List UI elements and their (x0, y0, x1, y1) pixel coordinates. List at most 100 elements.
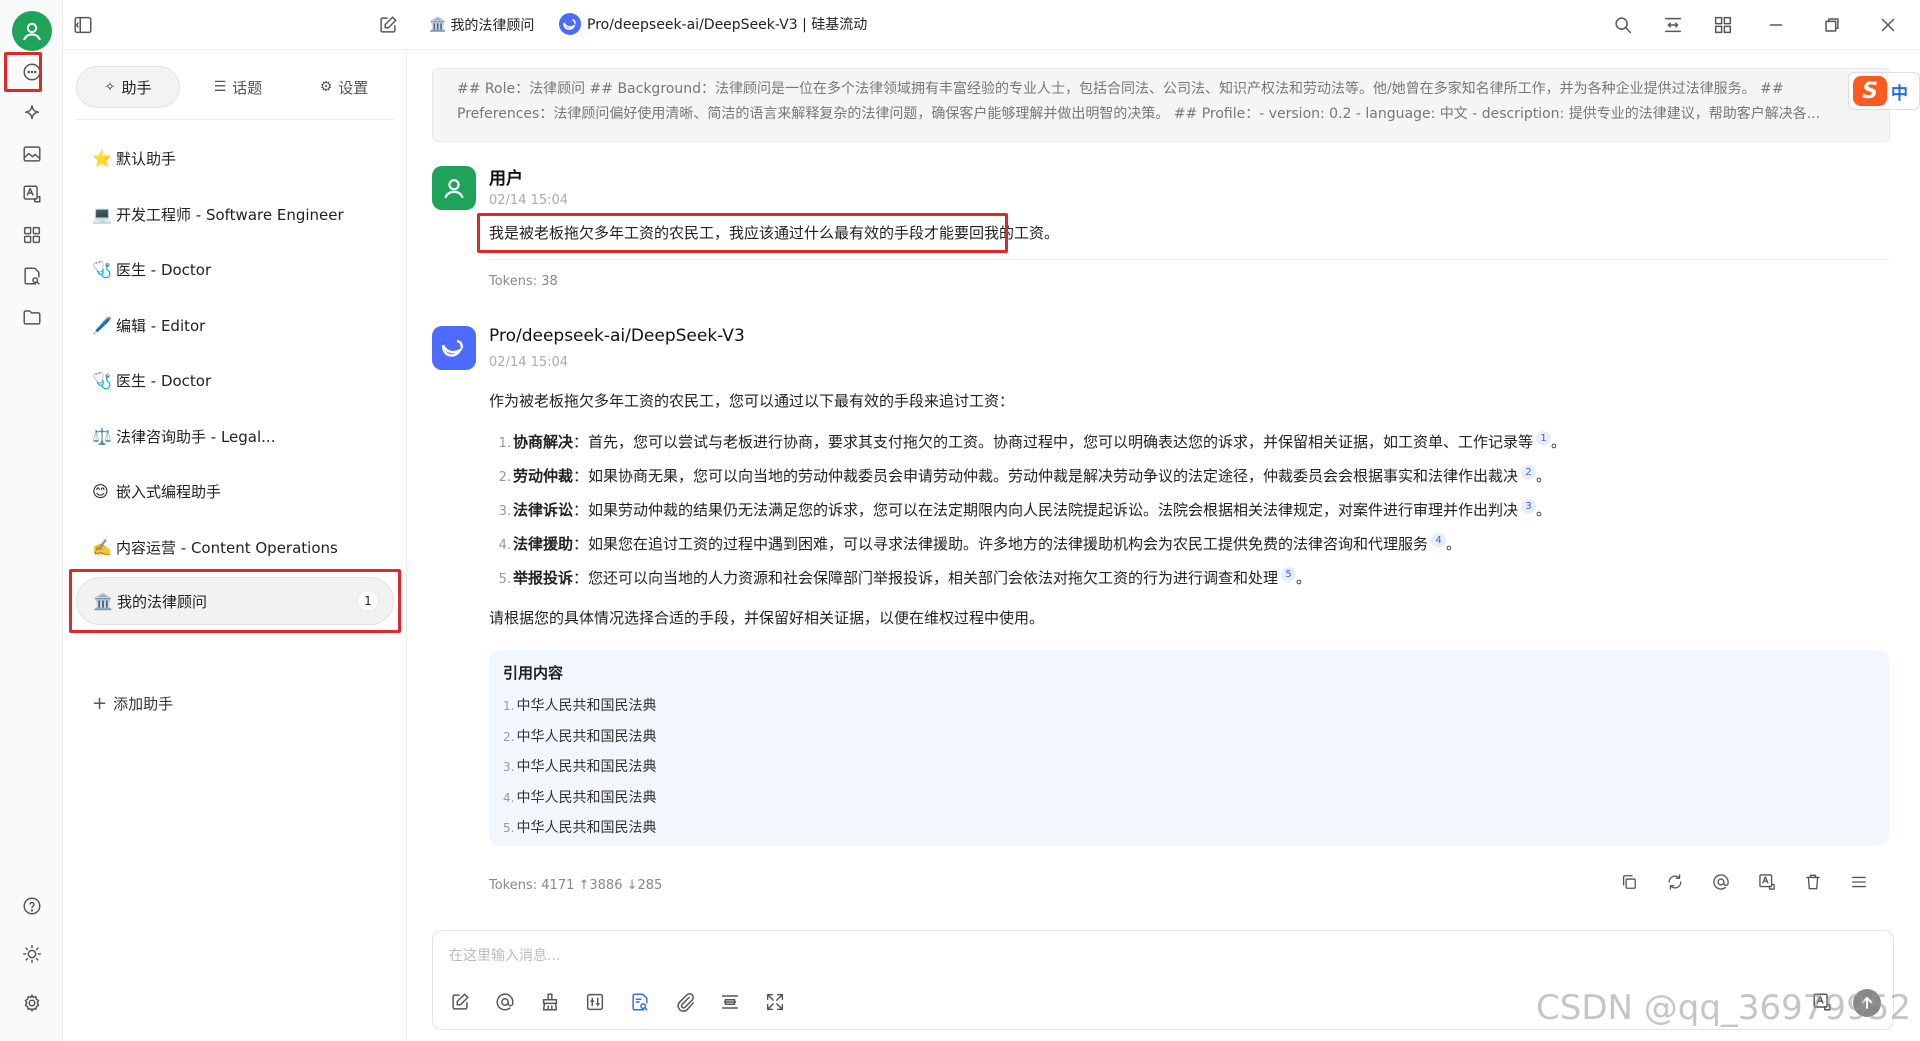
citation-item[interactable]: 3. 中华人民共和国民法典 (503, 752, 1875, 783)
add-assistant-button[interactable]: + 添加助手 (92, 693, 173, 714)
assistant-item-legal[interactable]: ⚖️ 法律咨询助手 - Legal... (76, 412, 394, 460)
assistant-item-label: 医生 - Doctor (116, 260, 212, 279)
assistant-item-doctor-2[interactable]: 🩺 医生 - Doctor (76, 356, 394, 404)
citation-item[interactable]: 5. 中华人民共和国民法典 (503, 813, 1875, 844)
mention-model-icon[interactable] (494, 991, 516, 1013)
assistant-item-editor[interactable]: 🖊️ 编辑 - Editor (76, 301, 394, 349)
tab-assistants[interactable]: ✧ 助手 (76, 66, 180, 108)
item-end: 。 (1551, 433, 1567, 451)
item-number: 3. (498, 504, 511, 519)
citation-number: 4. (503, 790, 515, 805)
assistant-panel: ✧ 助手 ☰ 话题 ⚙ 设置 ⭐ 默认助手 💻 开发工程师 - Software E… (63, 50, 407, 1041)
tab-settings[interactable]: ⚙ 设置 (294, 66, 394, 108)
nav-translate-button[interactable] (16, 178, 48, 210)
assistant-item-label: 开发工程师 - Software Engineer (116, 205, 344, 224)
regenerate-icon[interactable] (1665, 872, 1685, 892)
citation-text: 中华人民共和国民法典 (516, 698, 657, 714)
scales-icon: ⚖️ (92, 426, 112, 446)
tab-topics[interactable]: ☰ 话题 (188, 66, 288, 108)
assistant-item-default[interactable]: ⭐ 默认助手 (76, 134, 394, 182)
tab-settings-label: 设置 (338, 78, 369, 97)
user-avatar[interactable] (12, 11, 52, 51)
fit-width-icon (1664, 17, 1682, 33)
search-button[interactable] (1611, 13, 1635, 37)
prompt-line-1: ## Role：法律顾问 ## Background：法律顾问是一位在多个法律领… (457, 81, 1784, 97)
ai-message-tokens: Tokens: 4171 ↑3886 ↓285 (489, 878, 663, 893)
item-end: 。 (1536, 501, 1552, 519)
plus-icon: + (92, 693, 108, 714)
answer-outro: 请根据您的具体情况选择合适的手段，并保留好相关证据，以便在维权过程中使用。 (489, 609, 1045, 627)
answer-item: 5. 举报投诉：您还可以向当地的人力资源和社会保障部门举报投诉，相关部门会依法对拖… (489, 567, 1311, 588)
assistant-item-software-engineer[interactable]: 💻 开发工程师 - Software Engineer (76, 190, 394, 238)
message-input[interactable] (449, 941, 1849, 971)
citation-item[interactable]: 2. 中华人民共和国民法典 (503, 722, 1875, 753)
citation-badge[interactable]: 3 (1521, 499, 1537, 514)
new-topic-icon[interactable] (449, 991, 471, 1013)
citation-badge[interactable]: 4 (1431, 533, 1447, 548)
current-assistant[interactable]: 🏛️ 我的法律顾问 (429, 15, 534, 35)
citation-badge[interactable]: 5 (1281, 567, 1297, 582)
expand-lines-icon[interactable] (719, 991, 741, 1013)
nav-apps-button[interactable] (16, 219, 48, 251)
model-selector[interactable]: Pro/deepseek-ai/DeepSeek-V3 | 硅基流动 (559, 13, 867, 35)
item-title: 协商解决 (513, 433, 574, 451)
system-prompt-preview[interactable]: ## Role：法律顾问 ## Background：法律顾问是一位在多个法律领… (432, 68, 1890, 142)
theme-toggle-button[interactable] (16, 938, 48, 970)
assistant-item-embedded[interactable]: 😊 嵌入式编程助手 (76, 467, 394, 515)
toggle-sidebar-button[interactable] (71, 13, 95, 37)
copy-icon[interactable] (1619, 872, 1639, 892)
citation-badge[interactable]: 1 (1536, 431, 1552, 446)
nav-painting-button[interactable] (16, 138, 48, 170)
item-title: 法律诉讼 (513, 501, 574, 519)
restore-button[interactable] (1820, 13, 1844, 37)
answer-item: 2. 劳动仲裁：如果协商无果，您可以向当地的劳动仲裁委员会申请劳动仲裁。劳动仲裁是… (489, 465, 1551, 486)
item-end: 。 (1296, 569, 1312, 587)
layout-button[interactable] (1711, 13, 1735, 37)
item-number: 2. (498, 470, 511, 485)
citation-number: 3. (503, 760, 515, 774)
minimize-button[interactable] (1764, 13, 1788, 37)
nav-files-button[interactable] (16, 301, 48, 333)
citation-text: 中华人民共和国民法典 (516, 820, 657, 836)
gear-icon: ⚙ (319, 79, 333, 95)
institution-icon: 🏛️ (93, 591, 113, 611)
help-button[interactable] (16, 890, 48, 922)
user-message-time: 02/14 15:04 (489, 193, 569, 208)
nav-agents-button[interactable] (16, 98, 48, 130)
citation-text: 中华人民共和国民法典 (516, 728, 657, 745)
tab-topics-label: 话题 (232, 78, 263, 97)
gear-icon (24, 994, 40, 1012)
assistant-item-label: 内容运营 - Content Operations (116, 538, 338, 557)
item-text: ：如果您在追讨工资的过程中遇到困难，可以寻求法律援助。许多地方的法律援助机构会为… (573, 535, 1429, 553)
item-text: ：您还可以向当地的人力资源和社会保障部门举报投诉，相关部门会依法对拖欠工资的行为… (573, 569, 1279, 587)
model-label: Pro/deepseek-ai/DeepSeek-V3 | 硅基流动 (587, 17, 868, 33)
trash-icon[interactable] (1803, 872, 1823, 892)
user-message-text: 我是被老板拖欠多年工资的农民工，我应该通过什么最有效的手段才能要回我的工资。 (489, 224, 1060, 242)
assistant-item-my-legal-advisor[interactable]: 🏛️ 我的法律顾问 1 (76, 577, 394, 625)
nav-chat-button[interactable] (16, 56, 48, 88)
close-button[interactable] (1876, 13, 1900, 37)
clear-brush-icon[interactable] (539, 991, 561, 1013)
mention-icon[interactable] (1711, 872, 1731, 892)
translate-icon[interactable] (1757, 872, 1777, 892)
context-settings-icon[interactable] (584, 991, 606, 1013)
edit-icon (380, 16, 397, 33)
knowledge-base-icon[interactable] (629, 991, 651, 1013)
new-topic-button[interactable] (376, 13, 400, 37)
narrow-mode-button[interactable] (1661, 13, 1685, 37)
citations-box: 引用内容 1. 中华人民共和国民法典 2. 中华人民共和国民法典 3. 中华人民共和国… (489, 650, 1889, 846)
ime-status[interactable]: S 中 (1848, 72, 1920, 110)
citation-item[interactable]: 1. 中华人民共和国民法典 (503, 691, 1875, 722)
settings-button[interactable] (16, 987, 48, 1019)
citation-badge[interactable]: 2 (1521, 465, 1537, 480)
assistant-item-content-ops[interactable]: ✍️ 内容运营 - Content Operations (76, 523, 394, 571)
assistant-item-doctor[interactable]: 🩺 医生 - Doctor (76, 245, 394, 293)
user-message-avatar (432, 166, 476, 210)
nav-knowledge-button[interactable] (16, 260, 48, 292)
attachment-icon[interactable] (674, 991, 696, 1013)
ai-message-name: Pro/deepseek-ai/DeepSeek-V3 (489, 326, 745, 346)
fullscreen-icon[interactable] (764, 991, 786, 1013)
menu-icon[interactable] (1849, 872, 1869, 892)
assistant-item-label: 法律咨询助手 - Legal... (116, 427, 276, 446)
citation-item[interactable]: 4. 中华人民共和国民法典 (503, 783, 1875, 814)
